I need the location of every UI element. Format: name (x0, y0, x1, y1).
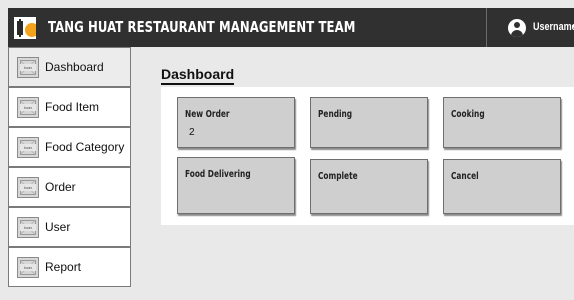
sidebar: Icon Dashboard Icon Food Item Icon Food … (8, 47, 131, 290)
placeholder-icon: Icon (17, 257, 39, 278)
sidebar-item-label: Report (45, 260, 82, 274)
card-pending[interactable]: Pending (310, 97, 428, 148)
sidebar-item-report[interactable]: Icon Report (8, 247, 131, 287)
card-title: Complete (318, 171, 358, 182)
card-title: Cancel (451, 171, 479, 182)
card-title: Food Delivering (185, 169, 251, 180)
placeholder-icon: Icon (17, 177, 39, 198)
sidebar-item-label: User (45, 220, 71, 234)
icon-placeholder-label: Icon (20, 224, 36, 231)
username-label: Username (533, 21, 574, 33)
card-title: Pending (318, 109, 353, 120)
sidebar-item-user[interactable]: Icon User (8, 207, 131, 247)
user-menu[interactable]: Username (486, 8, 574, 47)
card-new-order[interactable]: New Order 2 (177, 97, 295, 148)
card-title: New Order (185, 109, 230, 120)
icon-placeholder-label: Icon (20, 184, 36, 191)
placeholder-icon: Icon (17, 217, 39, 238)
sidebar-item-label: Food Item (45, 100, 100, 114)
sidebar-item-dashboard[interactable]: Icon Dashboard (8, 47, 131, 87)
card-food-delivering[interactable]: Food Delivering (177, 157, 295, 214)
card-count: 2 (189, 127, 195, 138)
card-cancel[interactable]: Cancel (443, 159, 561, 214)
sidebar-item-label: Order (45, 180, 76, 194)
page-title: Dashboard (161, 66, 235, 85)
sidebar-item-food-category[interactable]: Icon Food Category (8, 127, 131, 167)
sidebar-item-label: Dashboard (45, 60, 104, 74)
placeholder-icon: Icon (17, 57, 39, 78)
user-circle-icon (508, 19, 526, 37)
placeholder-icon: Icon (17, 97, 39, 118)
card-complete[interactable]: Complete (310, 159, 428, 214)
dashboard-panel: New Order 2 Pending Cooking Food Deliver… (161, 87, 574, 225)
sidebar-item-label: Food Category (45, 140, 125, 154)
card-cooking[interactable]: Cooking (443, 97, 561, 148)
top-bar: TANG HUAT RESTAURANT MANAGEMENT TEAM Use… (8, 8, 574, 47)
app-title: TANG HUAT RESTAURANT MANAGEMENT TEAM (48, 18, 356, 36)
sidebar-item-food-item[interactable]: Icon Food Item (8, 87, 131, 127)
restaurant-logo-icon (14, 17, 36, 39)
icon-placeholder-label: Icon (20, 64, 36, 71)
placeholder-icon: Icon (17, 137, 39, 158)
icon-placeholder-label: Icon (20, 104, 36, 111)
icon-placeholder-label: Icon (20, 264, 36, 271)
card-title: Cooking (451, 109, 485, 120)
sidebar-item-order[interactable]: Icon Order (8, 167, 131, 207)
icon-placeholder-label: Icon (20, 144, 36, 151)
